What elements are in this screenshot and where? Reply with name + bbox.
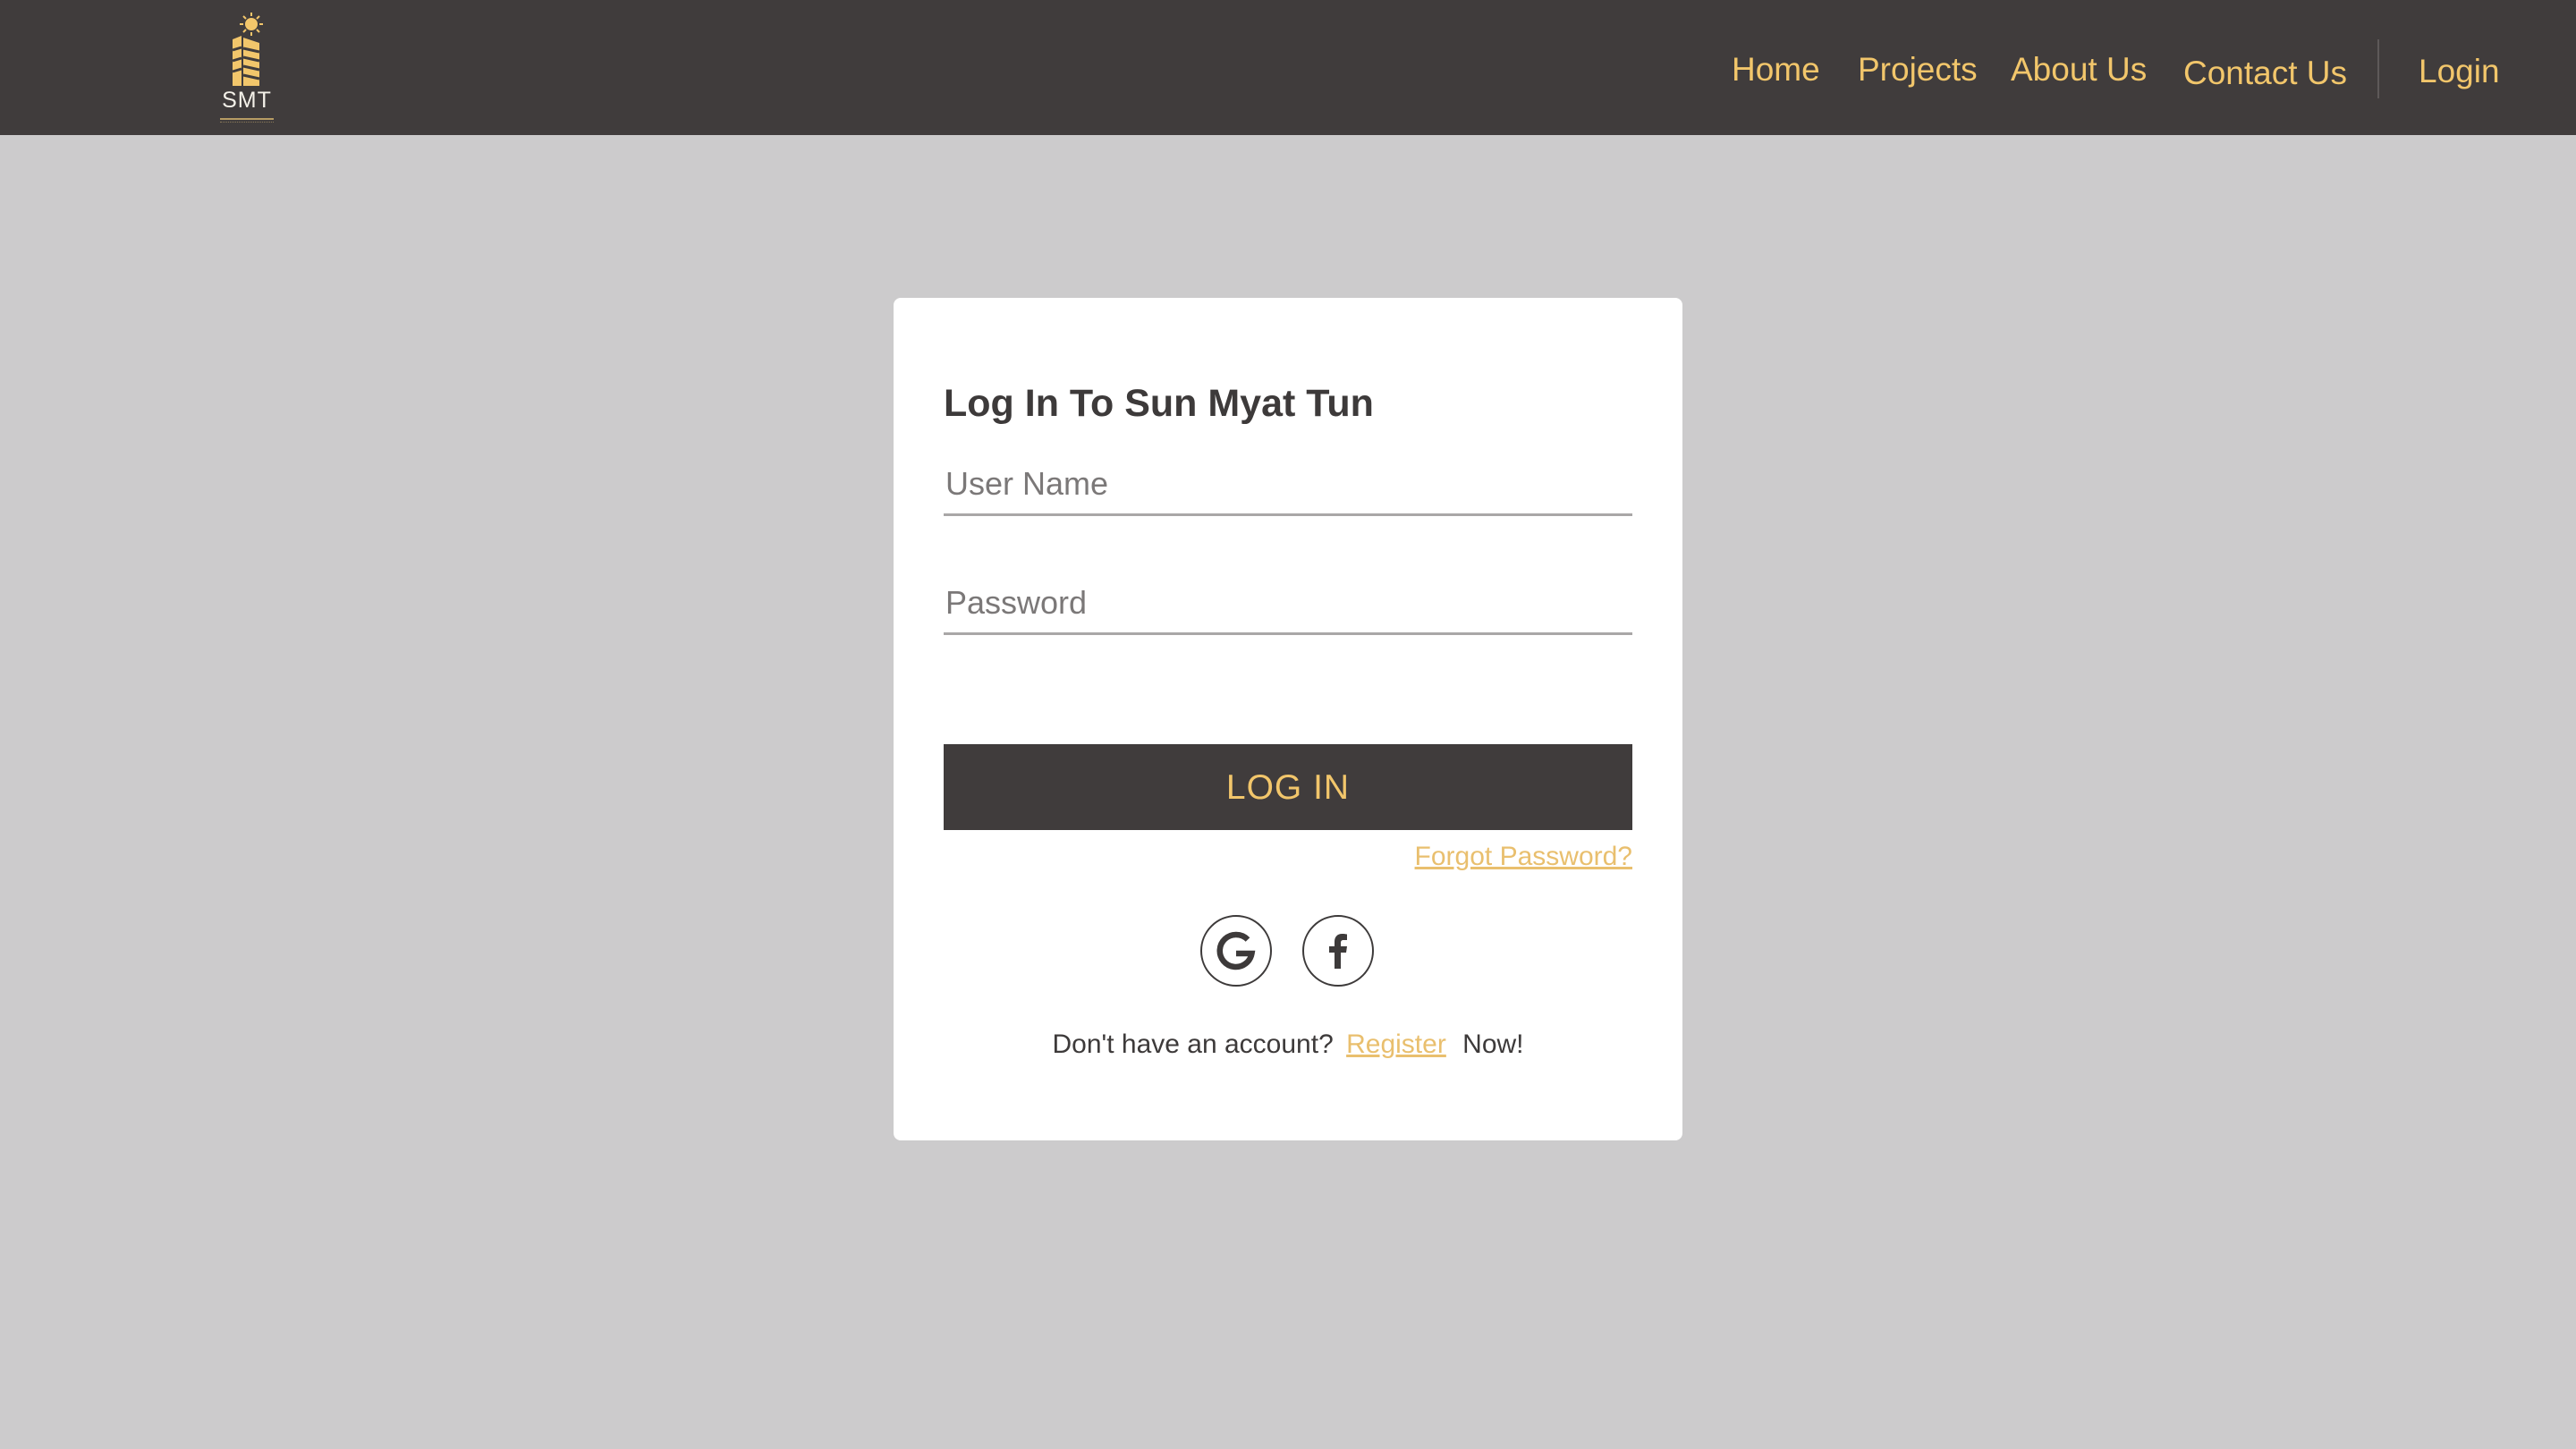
login-title: Log In To Sun Myat Tun <box>944 382 1374 425</box>
username-input[interactable] <box>944 453 1632 516</box>
nav-home[interactable]: Home <box>1732 50 1820 89</box>
page: SMT Home Projects About Us Contact Us Lo… <box>0 0 2576 1449</box>
nav-contact-us[interactable]: Contact Us <box>2183 54 2347 93</box>
facebook-login-button[interactable] <box>1302 915 1374 987</box>
login-button[interactable]: LOG IN <box>944 744 1632 830</box>
password-input[interactable] <box>944 572 1632 635</box>
login-card: Log In To Sun Myat Tun LOG IN Forgot Pas… <box>894 298 1682 1140</box>
register-prompt: Don't have an account? Register Now! <box>894 1030 1682 1060</box>
main-nav: Home Projects About Us Contact Us Login <box>0 0 2576 135</box>
forgot-password-link[interactable]: Forgot Password? <box>1415 842 1632 872</box>
nav-projects[interactable]: Projects <box>1858 50 1978 89</box>
nav-login[interactable]: Login <box>2419 52 2500 91</box>
register-link[interactable]: Register <box>1346 1030 1446 1059</box>
register-suffix: Now! <box>1462 1030 1524 1059</box>
header: SMT Home Projects About Us Contact Us Lo… <box>0 0 2576 135</box>
nav-divider <box>2377 39 2379 98</box>
nav-about-us[interactable]: About Us <box>2011 50 2147 89</box>
facebook-icon <box>1329 934 1347 969</box>
google-login-button[interactable] <box>1200 915 1272 987</box>
register-prefix: Don't have an account? <box>1052 1030 1334 1059</box>
google-icon <box>1216 931 1256 970</box>
